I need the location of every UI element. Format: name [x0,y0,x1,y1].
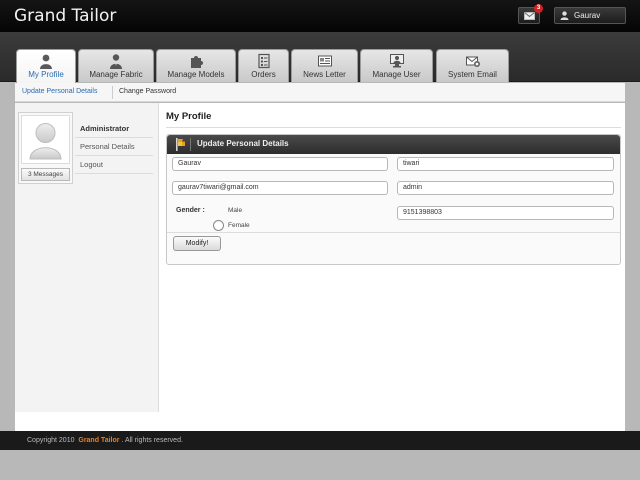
envelope-icon [524,12,535,20]
avatar-silhouette-icon [29,123,62,160]
username-field[interactable]: admin [397,181,614,195]
email-field[interactable]: gaurav7tiwari@gmail.com [172,181,388,195]
sidebar: 3 Messages Administrator Personal Detail… [15,103,159,412]
tab-system-email[interactable]: System Email [436,49,509,82]
subnav-update-personal-details[interactable]: Update Personal Details [22,88,98,95]
title-divider [166,127,621,128]
sidebar-item-logout[interactable]: Logout [75,156,153,174]
tab-label: Manage Models [167,70,225,79]
avatar [21,115,70,164]
form-divider [167,232,620,233]
messages-count-button[interactable]: 3 Messages [21,168,70,181]
tab-manage-user[interactable]: Manage User [360,49,433,82]
copyright-suffix: . All rights reserved. [121,437,183,444]
user-icon [40,54,52,69]
fabric-user-icon [110,54,122,69]
first-name-field[interactable]: Gaurav [172,157,388,171]
mail-count-badge: 3 [534,4,543,13]
checklist-icon [257,53,270,69]
gender-male-label[interactable]: Male [228,207,242,214]
page-title: My Profile [166,111,212,122]
phone-field[interactable]: 9151398803 [397,206,614,220]
copyright-prefix: Copyright 2010 [27,437,75,444]
panel-header: Update Personal Details [167,135,620,154]
newsletter-icon [317,55,332,67]
user-icon [560,11,569,20]
subnav-change-password[interactable]: Change Password [119,88,176,95]
user-menu-button[interactable]: Gaurav [554,7,626,24]
tab-news-letter[interactable]: News Letter [291,49,358,82]
flag-icon [176,138,185,151]
gender-female-radio[interactable] [213,220,224,231]
tab-manage-fabric[interactable]: Manage Fabric [78,49,154,82]
main-nav: My Profile Manage Fabric Manage Models O… [0,32,640,83]
copyright-text: Copyright 2010 Grand Tailor . All rights… [27,437,183,444]
tab-label: News Letter [303,70,346,79]
sidebar-item-personal-details[interactable]: Personal Details [75,138,153,156]
tab-orders[interactable]: Orders [238,49,289,82]
sidebar-item-administrator: Administrator [75,120,153,138]
last-name-field[interactable]: tiwari [397,157,614,171]
gender-label: Gender : [176,207,205,214]
sidebar-menu: Administrator Personal Details Logout [75,120,153,174]
gender-female-label[interactable]: Female [228,222,250,229]
tab-manage-models[interactable]: Manage Models [156,49,236,82]
profile-card: 3 Messages [18,112,73,184]
panel-title: Update Personal Details [197,139,289,148]
puzzle-icon [191,56,203,68]
footer: Copyright 2010 Grand Tailor . All rights… [0,431,640,450]
tab-label: My Profile [28,70,64,79]
subnav-divider [112,86,113,99]
modify-button[interactable]: Modify! [173,236,221,251]
content-area: My Profile Update Personal Details Gaura… [166,103,621,403]
brand-logo[interactable]: Grand Tailor [14,6,116,26]
footer-brand-link[interactable]: Grand Tailor [78,437,119,444]
update-details-panel: Update Personal Details Gaurav tiwari ga… [166,134,621,265]
tab-label: Manage Fabric [89,70,143,79]
monitor-user-icon [389,54,404,68]
main-frame: 3 Messages Administrator Personal Detail… [15,103,625,426]
top-bar: Grand Tailor 3 Gaurav [0,0,640,32]
header-divider [190,138,191,151]
tab-my-profile[interactable]: My Profile [16,49,76,83]
tab-label: Manage User [372,70,421,79]
sub-nav: Update Personal Details Change Password [15,83,625,102]
email-icon [465,56,480,67]
user-name: Gaurav [574,11,601,20]
tab-label: System Email [448,70,497,79]
tab-label: Orders [251,70,276,79]
messages-button[interactable]: 3 [518,4,543,24]
